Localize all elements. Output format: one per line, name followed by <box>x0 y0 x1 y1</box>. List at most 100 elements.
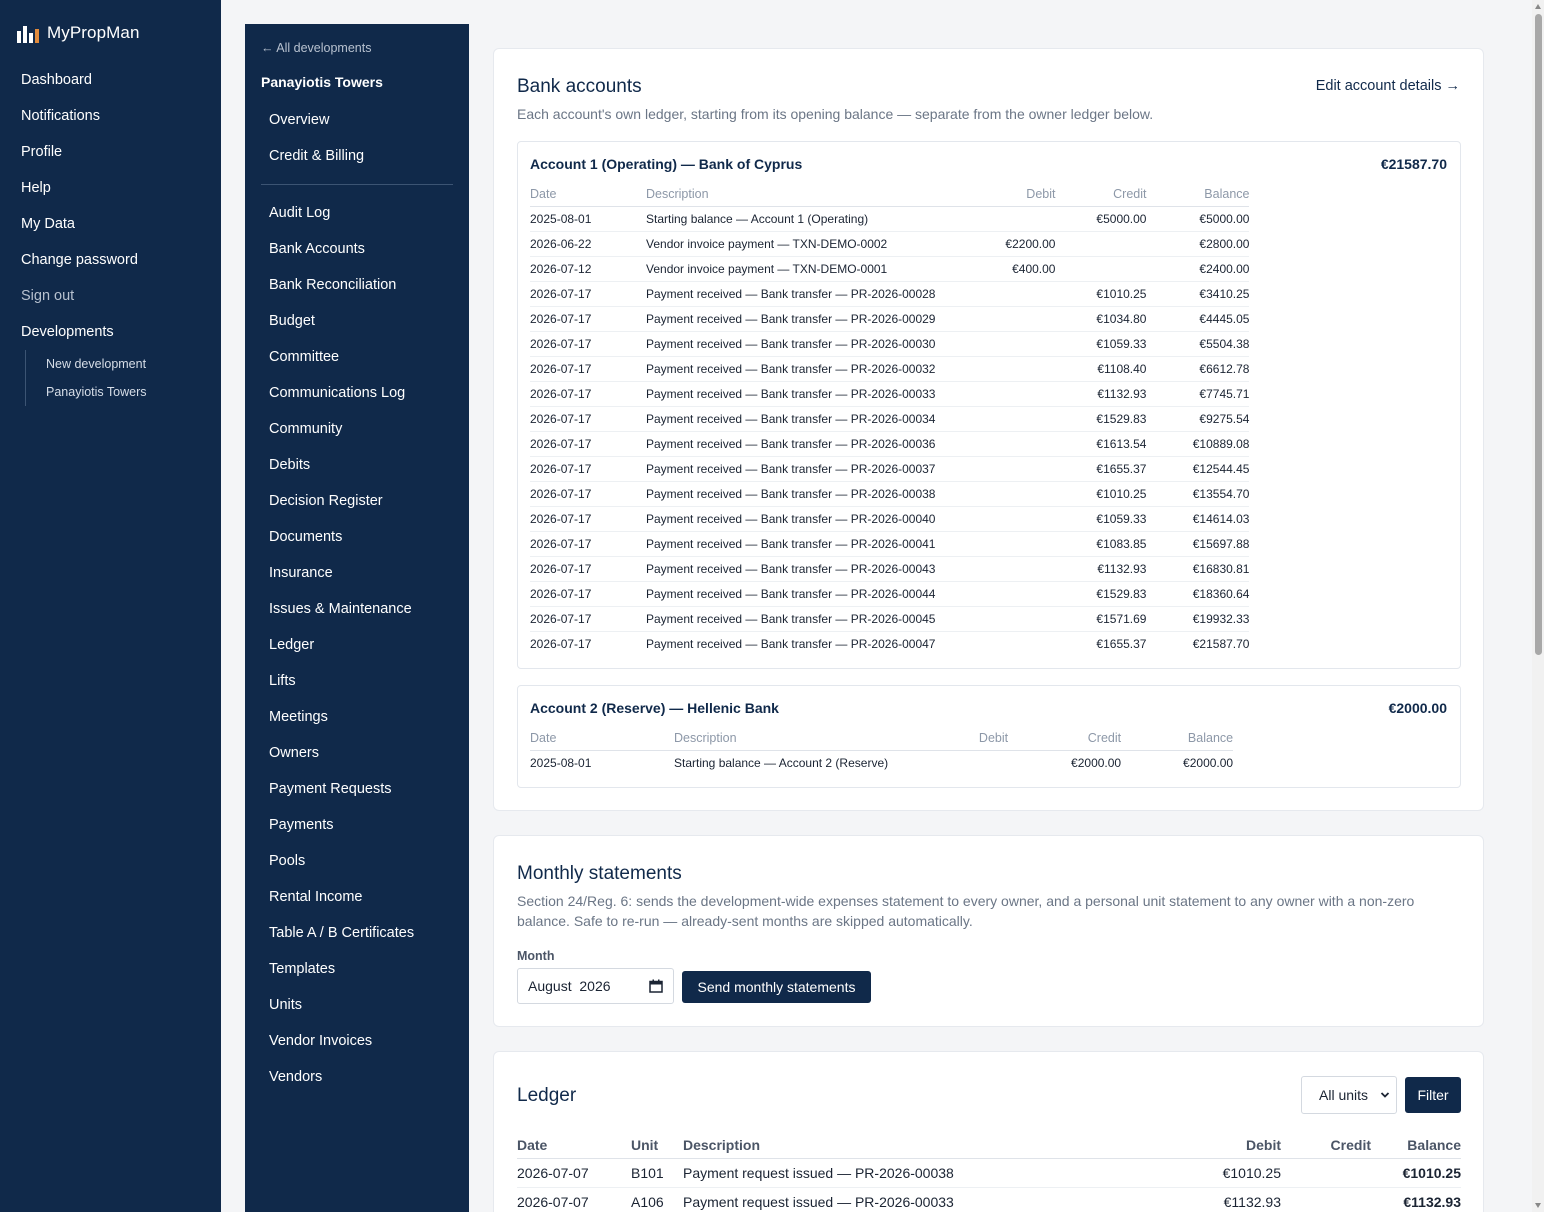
col-date: Date <box>517 1132 631 1159</box>
row-description: Starting balance — Account 2 (Reserve) <box>674 755 889 770</box>
account-balance: €2000.00 <box>1388 700 1447 716</box>
development-nav: ← All developments Panayiotis Towers Ove… <box>245 24 469 1212</box>
scrollbar-thumb[interactable] <box>1535 14 1542 655</box>
table-row: 2026-07-12 Vendor invoice payment — TXN-D… <box>530 256 1250 282</box>
sidebar-item-notifications[interactable]: Notifications <box>21 98 211 134</box>
row-debit <box>935 306 1056 332</box>
row-credit: €2000.00 <box>1071 755 1122 770</box>
scroll-down-arrow-icon[interactable] <box>1535 1203 1541 1208</box>
col-credit: Credit <box>1008 726 1122 751</box>
row-description: Starting balance — Account 1 (Operating) <box>646 206 936 232</box>
send-monthly-statements-button[interactable]: Send monthly statements <box>682 971 871 1003</box>
row-date: 2026-07-17 <box>530 431 646 457</box>
dev-nav-decision-register[interactable]: Decision Register <box>269 483 459 519</box>
row-debit <box>935 456 1056 482</box>
row-description: Payment received — Bank transfer — PR-20… <box>646 506 936 532</box>
dev-nav-communications-log[interactable]: Communications Log <box>269 375 459 411</box>
row-credit: €1059.33 <box>1055 506 1147 532</box>
sidebar-item-dashboard[interactable]: Dashboard <box>21 62 211 98</box>
dev-nav-templates[interactable]: Templates <box>269 951 459 987</box>
bank-accounts-subtitle: Each account's own ledger, starting from… <box>517 106 1154 122</box>
row-description: Payment received — Bank transfer — PR-20… <box>646 331 936 357</box>
unit-filter-select[interactable]: All units <box>1301 1076 1397 1114</box>
dev-nav-payments[interactable]: Payments <box>269 807 459 843</box>
row-balance: €16830.81 <box>1146 556 1250 582</box>
row-credit <box>1055 256 1147 282</box>
dev-nav-table-ab-certificates[interactable]: Table A / B Certificates <box>269 915 459 951</box>
page-scrollbar[interactable] <box>1532 0 1544 1212</box>
row-date: 2025-08-01 <box>530 206 646 232</box>
row-debit <box>935 431 1056 457</box>
sidebar-item-help[interactable]: Help <box>21 170 211 206</box>
dev-nav-issues-maintenance[interactable]: Issues & Maintenance <box>269 591 459 627</box>
row-date: 2026-07-17 <box>530 506 646 532</box>
row-date: 2026-06-22 <box>530 231 646 257</box>
nav-divider <box>261 184 453 185</box>
sidebar-item-sign-out[interactable]: Sign out <box>21 278 211 314</box>
row-date: 2026-07-07 <box>517 1187 631 1212</box>
filter-button[interactable]: Filter <box>1405 1077 1461 1113</box>
table-row: 2026-07-17 Payment received — Bank transf… <box>530 281 1250 307</box>
row-balance: €6612.78 <box>1146 356 1250 382</box>
row-date: 2026-07-17 <box>530 456 646 482</box>
brand[interactable]: MyPropMan <box>16 22 140 44</box>
dev-nav-documents[interactable]: Documents <box>269 519 459 555</box>
row-balance: €10889.08 <box>1146 431 1250 457</box>
row-description: Payment received — Bank transfer — PR-20… <box>646 406 936 432</box>
dev-nav-vendor-invoices[interactable]: Vendor Invoices <box>269 1023 459 1059</box>
scroll-up-arrow-icon[interactable] <box>1535 4 1541 9</box>
row-balance: €12544.45 <box>1146 456 1250 482</box>
row-date: 2026-07-17 <box>530 381 646 407</box>
dev-nav-overview[interactable]: Overview <box>269 102 459 138</box>
dev-nav-bank-reconciliation[interactable]: Bank Reconciliation <box>269 267 459 303</box>
sidebar-item-profile[interactable]: Profile <box>21 134 211 170</box>
row-description: Payment received — Bank transfer — PR-20… <box>646 431 936 457</box>
dev-nav-community[interactable]: Community <box>269 411 459 447</box>
col-description: Description <box>646 182 936 207</box>
sidebar-subitem-new-development[interactable]: New development <box>46 350 147 378</box>
row-debit <box>935 406 1056 432</box>
row-balance: €1010.25 <box>1371 1158 1461 1188</box>
row-debit <box>935 556 1056 582</box>
dev-nav-audit-log[interactable]: Audit Log <box>269 195 459 231</box>
dev-nav-owners[interactable]: Owners <box>269 735 459 771</box>
row-credit: €1083.85 <box>1055 531 1147 557</box>
row-credit: €1529.83 <box>1055 406 1147 432</box>
month-label: Month <box>517 949 555 963</box>
sidebar-item-developments[interactable]: Developments <box>21 314 211 350</box>
table-row: 2026-07-17 Payment received — Bank transf… <box>530 381 1250 407</box>
table-row: 2026-07-17 Payment received — Bank transf… <box>530 306 1250 332</box>
dev-nav-budget[interactable]: Budget <box>269 303 459 339</box>
month-input[interactable]: August 2026 <box>517 968 674 1004</box>
row-debit <box>935 606 1056 632</box>
row-credit: €1132.93 <box>1055 381 1147 407</box>
dev-nav-committee[interactable]: Committee <box>269 339 459 375</box>
calendar-icon[interactable] <box>649 979 663 993</box>
row-credit <box>1281 1158 1371 1188</box>
dev-nav-debits[interactable]: Debits <box>269 447 459 483</box>
dev-nav-meetings[interactable]: Meetings <box>269 699 459 735</box>
dev-nav-vendors[interactable]: Vendors <box>269 1059 459 1095</box>
dev-nav-ledger[interactable]: Ledger <box>269 627 459 663</box>
back-to-developments-link[interactable]: ← All developments <box>261 41 371 55</box>
dev-nav-bank-accounts[interactable]: Bank Accounts <box>269 231 459 267</box>
dev-nav-lifts[interactable]: Lifts <box>269 663 459 699</box>
dev-nav-insurance[interactable]: Insurance <box>269 555 459 591</box>
table-row: 2026-07-17 Payment received — Bank transf… <box>530 356 1250 382</box>
dev-nav-units[interactable]: Units <box>269 987 459 1023</box>
edit-account-details-link[interactable]: Edit account details → <box>1316 78 1460 94</box>
chevron-down-icon <box>1380 1092 1390 1098</box>
dev-nav-rental-income[interactable]: Rental Income <box>269 879 459 915</box>
bank-account-2-panel: Account 2 (Reserve) — Hellenic Bank €200… <box>517 685 1461 788</box>
row-credit: €1655.37 <box>1096 636 1147 651</box>
dev-nav-credit-billing[interactable]: Credit & Billing <box>269 138 459 174</box>
row-debit <box>935 281 1056 307</box>
col-date: Date <box>530 182 646 207</box>
row-balance: €21587.70 <box>1192 636 1250 651</box>
sidebar-item-my-data[interactable]: My Data <box>21 206 211 242</box>
sidebar-item-change-password[interactable]: Change password <box>21 242 211 278</box>
sidebar-subitem-panayiotis-towers[interactable]: Panayiotis Towers <box>46 378 147 406</box>
col-balance: Balance <box>1371 1132 1461 1159</box>
dev-nav-payment-requests[interactable]: Payment Requests <box>269 771 459 807</box>
dev-nav-pools[interactable]: Pools <box>269 843 459 879</box>
